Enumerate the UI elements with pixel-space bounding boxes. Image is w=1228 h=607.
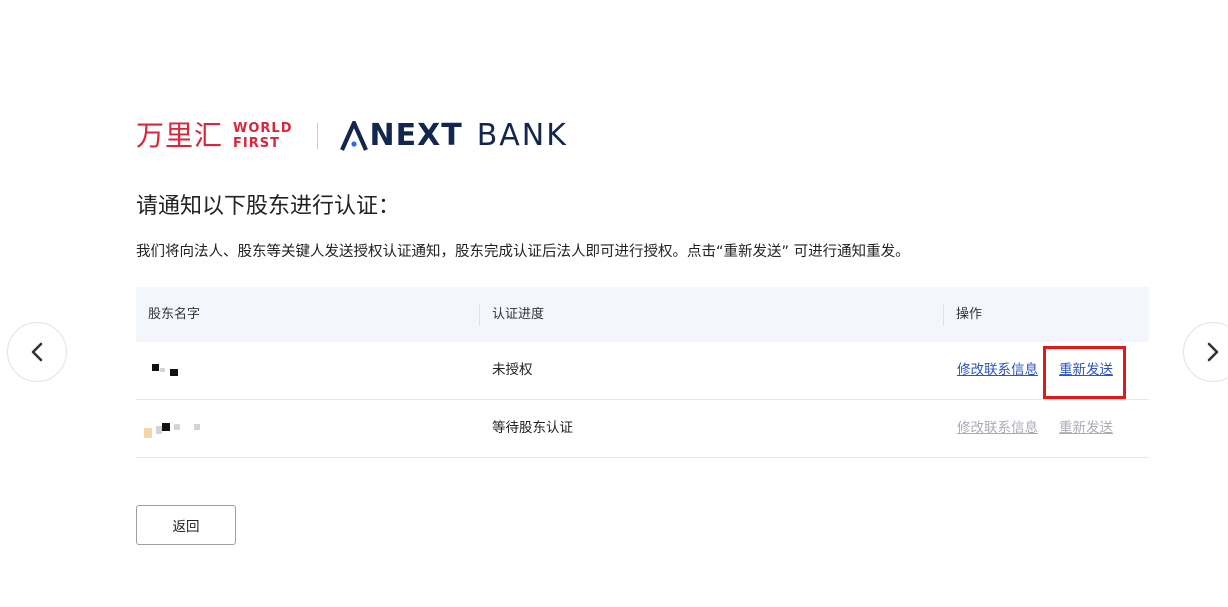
column-divider: [943, 304, 944, 326]
edit-contact-link-disabled: 修改联系信息: [957, 420, 1038, 436]
bank-word: BANK: [476, 118, 568, 153]
table-row: 等待股东认证 修改联系信息 重新发送: [136, 400, 1149, 458]
resend-link-disabled: 重新发送: [1059, 420, 1113, 436]
chevron-left-icon: [31, 342, 43, 362]
worldfirst-logo-en: WORLD FIRST: [233, 121, 292, 151]
column-header-status: 认证进度: [492, 307, 545, 322]
logo-divider: [316, 123, 318, 149]
shareholder-table: 股东名字 认证进度 操作 未授权 修改联系信息 重新发送 等待股东认证 修改联系…: [136, 287, 1149, 458]
anext-word: NEXT: [369, 118, 463, 153]
worldfirst-logo-en-line2: FIRST: [233, 136, 280, 151]
edit-contact-link[interactable]: 修改联系信息: [957, 342, 1038, 399]
anext-a-icon: [339, 121, 368, 151]
page: 万里汇 WORLD FIRST NEXT BANK 请通知以下股东进行认证： 我…: [0, 0, 1228, 607]
shareholder-status: 等待股东认证: [492, 420, 573, 436]
worldfirst-logo-en-line1: WORLD: [233, 121, 293, 136]
table-header: 股东名字 认证进度 操作: [136, 287, 1149, 342]
page-description: 我们将向法人、股东等关键人发送授权认证通知，股东完成认证后法人即可进行授权。点击…: [136, 244, 910, 260]
column-header-actions: 操作: [956, 307, 983, 322]
table-row: 未授权 修改联系信息 重新发送: [136, 342, 1149, 400]
worldfirst-logo-cn: 万里汇: [136, 119, 224, 152]
shareholder-name-redacted: [144, 422, 204, 438]
resend-link[interactable]: 重新发送: [1059, 342, 1113, 399]
prev-slide-button[interactable]: [7, 322, 67, 382]
page-title: 请通知以下股东进行认证：: [136, 194, 401, 219]
shareholder-name-redacted: [150, 364, 190, 378]
next-slide-button[interactable]: [1183, 322, 1228, 382]
back-button[interactable]: 返回: [136, 505, 236, 545]
brand-logos: 万里汇 WORLD FIRST NEXT BANK: [136, 118, 568, 154]
chevron-right-icon: [1207, 342, 1219, 362]
shareholder-status: 未授权: [492, 362, 533, 378]
anext-bank-logo: NEXT BANK: [339, 118, 568, 153]
column-divider: [479, 304, 480, 326]
column-header-name: 股东名字: [148, 307, 201, 322]
